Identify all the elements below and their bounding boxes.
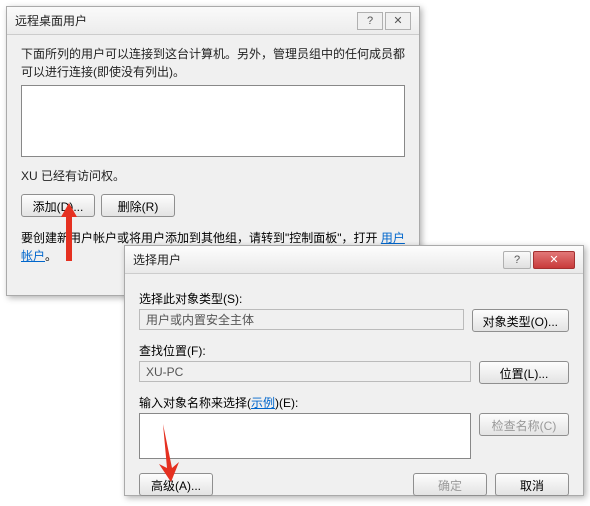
ok-button[interactable]: 确定 (413, 473, 487, 496)
remove-button[interactable]: 删除(R) (101, 194, 175, 217)
object-names-label: 输入对象名称来选择(示例)(E): (139, 394, 569, 411)
instruction-prefix: 要创建新用户帐户或将用户添加到其他组，请转到"控制面板"，打开 (21, 231, 381, 245)
help-icon[interactable]: ? (357, 12, 383, 30)
object-names-input[interactable] (139, 413, 471, 459)
locations-button[interactable]: 位置(L)... (479, 361, 569, 384)
names-label-a: 输入对象名称来选择( (139, 396, 251, 410)
dialog-title: 选择用户 (133, 251, 503, 268)
object-type-label: 选择此对象类型(S): (139, 290, 569, 307)
location-value: XU-PC (139, 361, 471, 382)
titlebar: 远程桌面用户 ? ✕ (7, 7, 419, 35)
close-icon[interactable]: ✕ (533, 251, 575, 269)
close-icon[interactable]: ✕ (385, 12, 411, 30)
examples-link[interactable]: 示例 (251, 396, 275, 410)
location-label: 查找位置(F): (139, 342, 569, 359)
dialog-title: 远程桌面用户 (15, 12, 357, 29)
description-text: 下面所列的用户可以连接到这台计算机。另外，管理员组中的任何成员都可以进行连接(即… (21, 45, 405, 81)
access-status-text: XU 已经有访问权。 (21, 167, 405, 184)
names-label-b: )(E): (275, 396, 298, 410)
titlebar: 选择用户 ? ✕ (125, 246, 583, 274)
instruction-suffix: 。 (45, 249, 57, 263)
object-type-value: 用户或内置安全主体 (139, 309, 464, 330)
advanced-button[interactable]: 高级(A)... (139, 473, 213, 496)
add-button[interactable]: 添加(D)... (21, 194, 95, 217)
cancel-button[interactable]: 取消 (495, 473, 569, 496)
help-icon[interactable]: ? (503, 251, 531, 269)
check-names-button[interactable]: 检查名称(C) (479, 413, 569, 436)
object-types-button[interactable]: 对象类型(O)... (472, 309, 569, 332)
select-users-dialog: 选择用户 ? ✕ 选择此对象类型(S): 用户或内置安全主体 对象类型(O)..… (124, 245, 584, 496)
user-listbox[interactable] (21, 85, 405, 157)
